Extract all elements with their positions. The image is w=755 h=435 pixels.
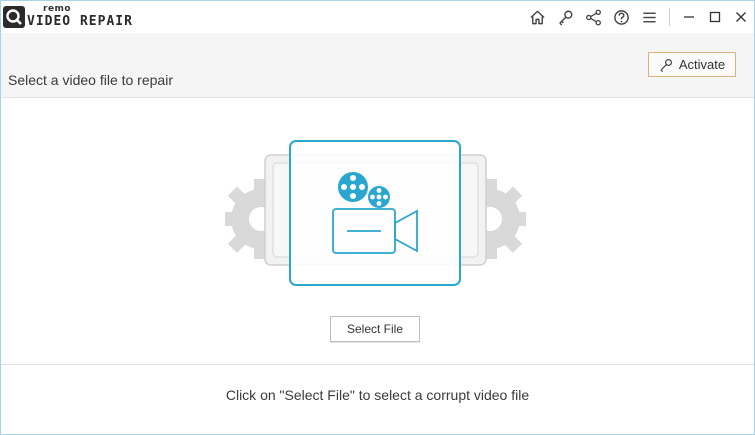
help-button[interactable]: [607, 1, 635, 33]
close-button[interactable]: [728, 1, 754, 33]
maximize-button[interactable]: [702, 1, 728, 33]
share-icon: [585, 9, 601, 25]
share-button[interactable]: [579, 1, 607, 33]
minimize-button[interactable]: [676, 1, 702, 33]
app-logo: remo VIDEO REPAIR: [3, 4, 139, 29]
select-file-button[interactable]: Select File: [330, 316, 420, 342]
product-name: VIDEO REPAIR: [27, 14, 133, 29]
menu-icon: [642, 12, 656, 22]
menu-button[interactable]: [635, 1, 663, 33]
home-button[interactable]: [523, 1, 551, 33]
minimize-icon: [684, 16, 694, 18]
home-icon: [529, 10, 545, 24]
brand-prefix: remo: [43, 4, 72, 14]
key-icon: [558, 10, 572, 26]
video-repair-illustration: [225, 140, 526, 286]
app-title: remo VIDEO REPAIR: [27, 4, 139, 29]
key-button[interactable]: [551, 1, 579, 33]
key-icon: [660, 58, 672, 72]
footer-divider: [1, 364, 754, 365]
remo-logo-icon: [3, 6, 25, 28]
help-icon: [613, 9, 629, 25]
activate-button[interactable]: Activate: [648, 52, 736, 77]
page-title: Select a video file to repair: [8, 72, 173, 88]
toolbar-separator: [669, 8, 670, 26]
toolbar: [523, 1, 754, 33]
maximize-icon: [709, 11, 721, 23]
activate-label: Activate: [678, 57, 726, 72]
app-window: remo VIDEO REPAIR Select a video file to…: [0, 0, 755, 435]
select-file-hint: Click on "Select File" to select a corru…: [225, 387, 530, 403]
title-bar: remo VIDEO REPAIR: [1, 1, 754, 33]
header-band: Select a video file to repair Activate: [1, 33, 754, 98]
close-icon: [736, 12, 746, 22]
